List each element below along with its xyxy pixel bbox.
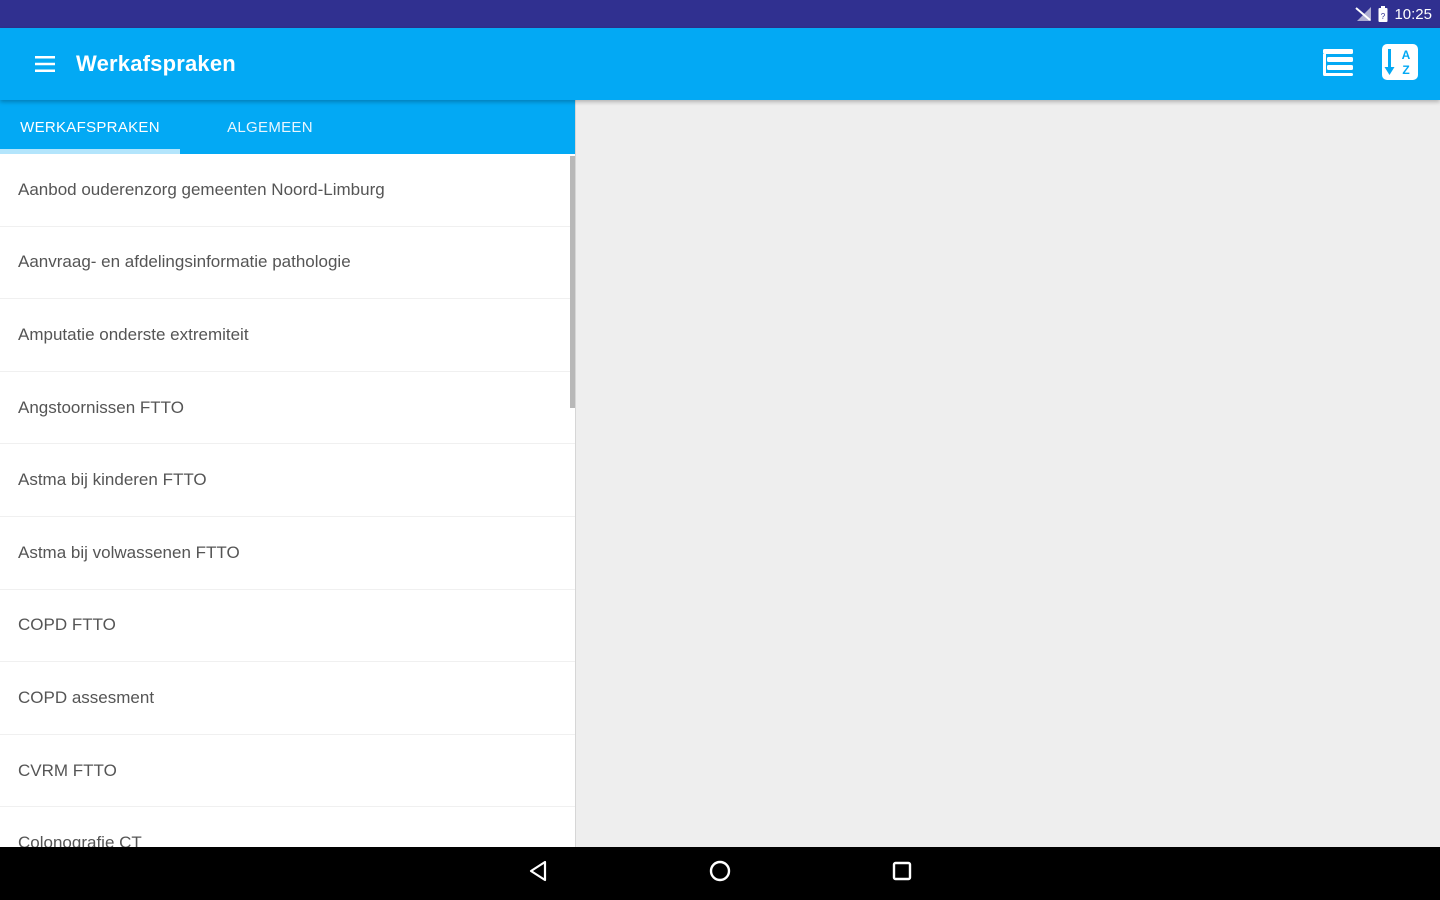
recents-button[interactable] <box>811 847 993 900</box>
tab-bar: WERKAFSPRAKEN ALGEMEEN <box>0 100 575 154</box>
back-button[interactable] <box>447 847 629 900</box>
svg-text:Z: Z <box>1402 63 1409 77</box>
battery-icon: ? <box>1378 6 1388 22</box>
sort-az-icon: A Z <box>1381 43 1419 86</box>
list-view-button[interactable] <box>1318 44 1358 84</box>
list-item[interactable]: COPD assesment <box>0 662 575 735</box>
app-bar: Werkafspraken A Z <box>0 28 1440 100</box>
status-bar: ? 10:25 <box>0 0 1440 28</box>
scrollbar[interactable] <box>570 156 575 408</box>
svg-text:A: A <box>1402 48 1411 62</box>
list-item[interactable]: CVRM FTTO <box>0 735 575 808</box>
page-title: Werkafspraken <box>76 51 236 76</box>
list-item[interactable]: COPD FTTO <box>0 590 575 663</box>
list-item[interactable]: Amputatie onderste extremiteit <box>0 299 575 372</box>
list-view-icon <box>1321 45 1355 84</box>
detail-pane <box>577 100 1440 847</box>
tab-algemeen[interactable]: ALGEMEEN <box>180 100 360 154</box>
list-item[interactable]: Astma bij kinderen FTTO <box>0 444 575 517</box>
signal-off-icon <box>1354 6 1372 22</box>
list-item[interactable]: Aanvraag- en afdelingsinformatie patholo… <box>0 227 575 300</box>
sort-az-button[interactable]: A Z <box>1380 43 1420 86</box>
list-item[interactable]: Aanbod ouderenzorg gemeenten Noord-Limbu… <box>0 154 575 227</box>
list-item[interactable]: Astma bij volwassenen FTTO <box>0 517 575 590</box>
home-button[interactable] <box>629 847 811 900</box>
clock: 10:25 <box>1394 5 1432 23</box>
list-pane: WERKAFSPRAKEN ALGEMEEN Aanbod ouderenzor… <box>0 100 576 847</box>
back-icon <box>527 860 549 887</box>
tab-werkafspraken[interactable]: WERKAFSPRAKEN <box>0 100 180 154</box>
list-item[interactable]: Angstoornissen FTTO <box>0 372 575 445</box>
werkafspraken-list: Aanbod ouderenzorg gemeenten Noord-Limbu… <box>0 154 575 847</box>
svg-text:?: ? <box>1381 12 1386 21</box>
system-nav-bar <box>0 847 1440 900</box>
hamburger-menu-icon[interactable] <box>22 41 68 87</box>
home-icon <box>708 859 732 888</box>
recents-icon <box>891 860 913 887</box>
list-item[interactable]: Colonografie CT <box>0 807 575 847</box>
